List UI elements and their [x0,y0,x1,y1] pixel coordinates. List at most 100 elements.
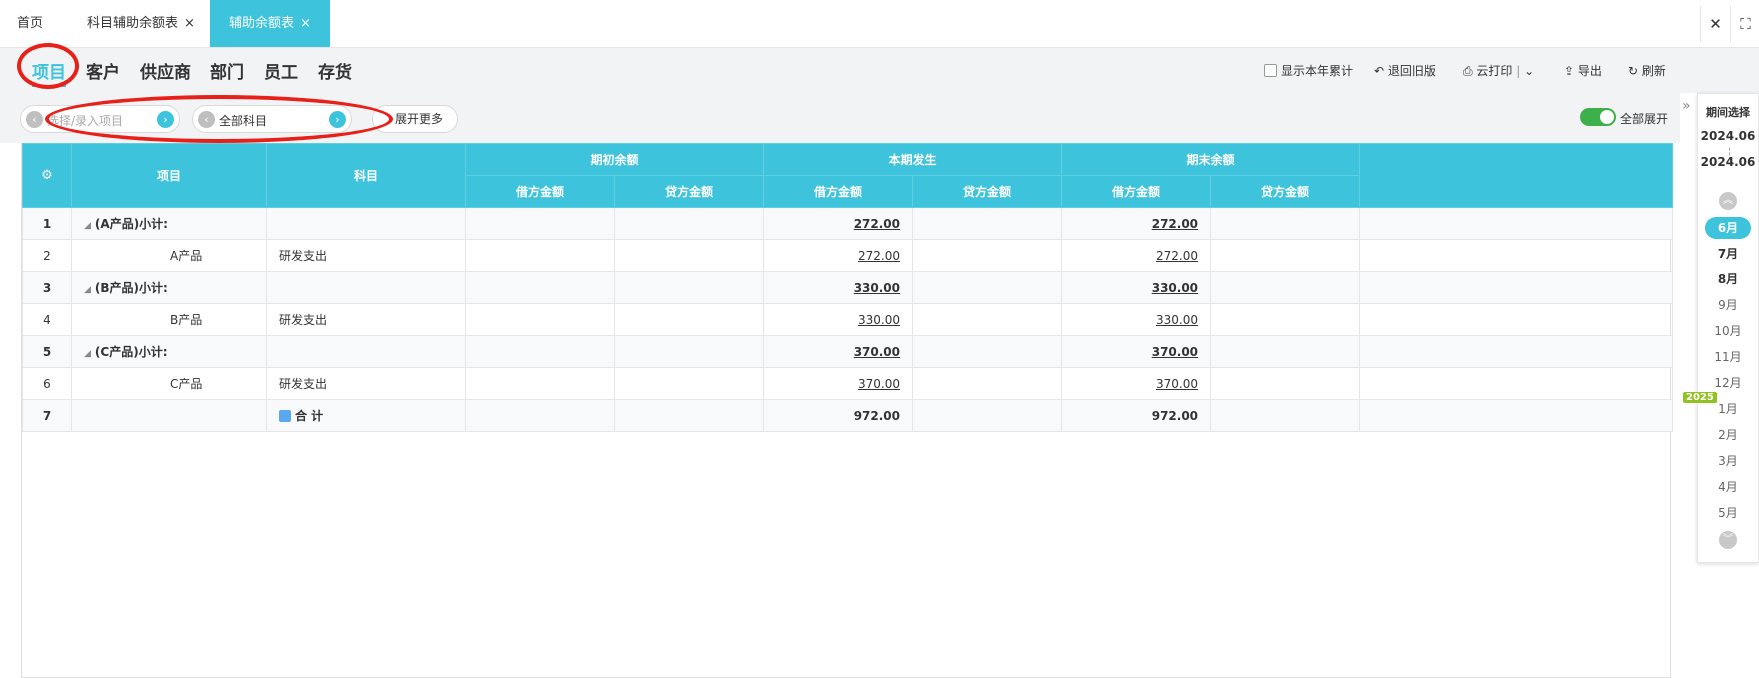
month-item-6[interactable]: 6月 [1705,217,1751,239]
cell-empty [1210,207,1361,240]
amount-link[interactable]: 330.00 [1152,281,1198,295]
cell-empty [465,207,615,240]
double-chevron-right-icon[interactable]: » [1682,98,1691,114]
amount-link[interactable]: 272.00 [854,217,900,231]
back-old-version-button[interactable]: ↶ 退回旧版 [1374,62,1436,79]
tab-category-department[interactable]: 部门 [210,58,244,83]
tab-category-supplier[interactable]: 供应商 [140,58,191,83]
tab-bar: 首页 科目辅助余额表 × 辅助余额表 × ✕ ⛶ [0,0,1759,48]
chevron-right-icon[interactable]: › [157,111,174,128]
row-item[interactable]: ◢ (B产品)小计: [71,271,267,304]
row-subject: 研发支出 [266,239,466,272]
amount-link[interactable]: 330.00 [1156,313,1198,327]
amount-link[interactable]: 330.00 [854,281,900,295]
export-button[interactable]: ⇪ 导出 [1564,62,1602,79]
month-item-7[interactable]: 7月 [1698,245,1758,262]
cell-ending-debit[interactable]: 370.00 [1061,367,1212,400]
cell-current-debit[interactable]: 330.00 [763,303,914,336]
gear-icon[interactable]: ⚙ [41,168,53,183]
header-opening: 期初余额 [464,143,765,176]
cell-empty [465,271,615,304]
month-item-2[interactable]: 2月 [1698,426,1758,443]
amount-link[interactable]: 272.00 [1152,217,1198,231]
close-icon[interactable]: × [184,16,195,31]
tab-home[interactable]: 首页 [17,0,43,47]
cell-ending-debit[interactable]: 330.00 [1061,303,1212,336]
window-close-icon[interactable]: ✕ [1700,6,1730,42]
month-item-9[interactable]: 9月 [1698,296,1758,313]
amount-link[interactable]: 370.00 [854,345,900,359]
month-item-5[interactable]: 5月 [1698,504,1758,521]
cell-empty [465,303,615,336]
header-item: 项目 [71,143,267,208]
export-icon: ⇪ [1564,64,1578,78]
tab-category-inventory[interactable]: 存货 [318,58,352,83]
cloud-print-button[interactable]: ⎙ 云打印 | ⌄ [1463,62,1534,79]
chevron-down-icon[interactable]: ⌄ [1524,64,1534,78]
cell-empty [912,207,1063,240]
header-opening-debit: 借方金额 [465,175,615,208]
table-row: 5 ◢ (C产品)小计: 370.00 370.00 [22,335,1674,368]
column-settings[interactable]: ⚙ [22,143,72,208]
tab-subject-aux-balance[interactable]: 科目辅助余额表 × [87,0,195,47]
month-item-10[interactable]: 10月 [1698,322,1758,339]
cell-current-debit[interactable]: 370.00 [763,335,914,368]
tab-aux-balance[interactable]: 辅助余额表 × [210,0,330,47]
row-item: B产品 [71,303,267,336]
row-item[interactable]: ◢ (A产品)小计: [71,207,267,240]
cell-empty [912,239,1063,272]
fullscreen-icon[interactable]: ⛶ [1730,6,1759,42]
cell-current-debit[interactable]: 370.00 [763,367,914,400]
month-item-8[interactable]: 8月 [1698,270,1758,287]
cell-ending-debit[interactable]: 330.00 [1061,271,1212,304]
tab-category-customer[interactable]: 客户 [86,58,120,83]
chevron-down-icon[interactable]: ︾ [1719,531,1737,549]
chevron-right-icon[interactable]: › [329,111,346,128]
table-row: 3 ◢ (B产品)小计: 330.00 330.00 [22,271,1674,304]
row-index: 3 [22,271,72,304]
month-item-4[interactable]: 4月 [1698,478,1758,495]
amount-link[interactable]: 370.00 [1156,377,1198,391]
subject-selector[interactable]: ‹ 全部科目 › [192,105,352,133]
refresh-button[interactable]: ↻ 刷新 [1628,62,1666,79]
project-selector[interactable]: ‹ 选择/录入项目 › [20,105,180,133]
cell-ending-debit[interactable]: 272.00 [1061,207,1212,240]
month-item-12[interactable]: 12月 [1698,374,1758,391]
cell-current-debit[interactable]: 272.00 [763,239,914,272]
collapse-triangle-icon[interactable]: ◢ [84,285,91,295]
cell-empty [912,271,1063,304]
month-item-3[interactable]: 3月 [1698,452,1758,469]
collapse-triangle-icon[interactable]: ◢ [84,221,91,231]
header-subject: 科目 [266,143,466,208]
amount-link[interactable]: 272.00 [858,249,900,263]
row-item[interactable]: ◢ (C产品)小计: [71,335,267,368]
close-icon[interactable]: × [300,16,311,31]
cell-ending-debit[interactable]: 272.00 [1061,239,1212,272]
cell-current-debit[interactable]: 330.00 [763,271,914,304]
cell-current-debit[interactable]: 272.00 [763,207,914,240]
project-input[interactable]: 选择/录入项目 [47,112,123,129]
cell-empty [613,399,765,432]
amount-link[interactable]: 330.00 [858,313,900,327]
cell-empty [613,271,765,304]
amount-link[interactable]: 272.00 [1156,249,1198,263]
amount-link[interactable]: 370.00 [1152,345,1198,359]
collapse-triangle-icon[interactable]: ◢ [84,349,91,359]
cell-empty [465,367,615,400]
tab-category-project[interactable]: 项目 [32,58,66,87]
amount-link[interactable]: 370.00 [858,377,900,391]
row-item-label: (A产品)小计: [94,217,168,231]
month-item-11[interactable]: 11月 [1698,348,1758,365]
show-cumulative-checkbox[interactable]: 显示本年累计 [1264,62,1353,79]
chevron-left-icon[interactable]: ‹ [26,111,43,128]
cell-empty [613,335,765,368]
cell-empty [613,367,765,400]
expand-all-toggle[interactable] [1580,108,1616,126]
chevron-left-icon[interactable]: ‹ [198,111,215,128]
period-start[interactable]: 2024.06 [1698,129,1758,143]
period-end[interactable]: 2024.06 [1698,155,1758,169]
expand-more-button[interactable]: 展开更多 [372,105,458,133]
cell-ending-debit[interactable]: 370.00 [1061,335,1212,368]
chevron-up-icon[interactable]: ︽ [1719,192,1737,210]
tab-category-employee[interactable]: 员工 [264,58,298,83]
